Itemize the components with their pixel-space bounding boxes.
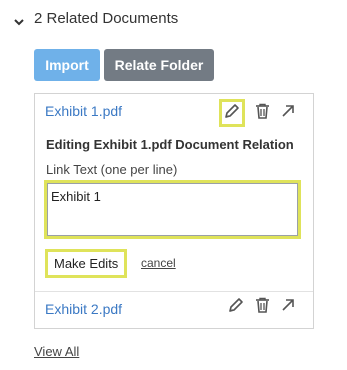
section-title: 2 Related Documents xyxy=(34,10,179,27)
external-link-icon xyxy=(281,104,295,123)
open-button[interactable] xyxy=(279,298,297,316)
external-link-icon xyxy=(281,298,295,317)
view-all-link[interactable]: View All xyxy=(34,344,79,359)
trash-icon xyxy=(255,103,270,124)
import-button[interactable]: Import xyxy=(34,49,100,81)
cancel-link[interactable]: cancel xyxy=(141,256,176,270)
edit-button[interactable] xyxy=(227,297,245,318)
document-link[interactable]: Exhibit 2.pdf xyxy=(45,301,122,317)
link-text-label: Link Text (one per line) xyxy=(46,162,178,177)
section-toggle[interactable]: 2 Related Documents xyxy=(14,10,178,27)
divider xyxy=(35,291,313,292)
delete-button[interactable] xyxy=(253,297,271,318)
open-button[interactable] xyxy=(279,104,297,122)
link-text-highlight: Exhibit 1 xyxy=(44,180,301,239)
document-link[interactable]: Exhibit 1.pdf xyxy=(45,103,122,119)
link-text-input[interactable]: Exhibit 1 xyxy=(47,183,298,236)
list-item: Exhibit 1.pdf xyxy=(45,103,122,121)
chevron-down-icon xyxy=(14,14,24,25)
row-actions xyxy=(227,297,297,318)
relate-folder-button[interactable]: Relate Folder xyxy=(104,49,214,81)
related-documents-card: Exhibit 1.pdf Editing Exhibit 1.pdf Docu… xyxy=(34,93,314,329)
make-edits-button[interactable]: Make Edits xyxy=(45,249,128,278)
edit-button-highlighted[interactable] xyxy=(219,99,245,127)
pencil-icon xyxy=(228,297,244,318)
list-item: Exhibit 2.pdf xyxy=(45,301,122,319)
edit-form-title: Editing Exhibit 1.pdf Document Relation xyxy=(46,137,294,152)
pencil-icon xyxy=(224,103,240,124)
row-actions xyxy=(219,99,297,127)
delete-button[interactable] xyxy=(253,103,271,124)
trash-icon xyxy=(255,297,270,318)
related-documents-panel: 2 Related Documents Import Relate Folder… xyxy=(0,0,347,370)
